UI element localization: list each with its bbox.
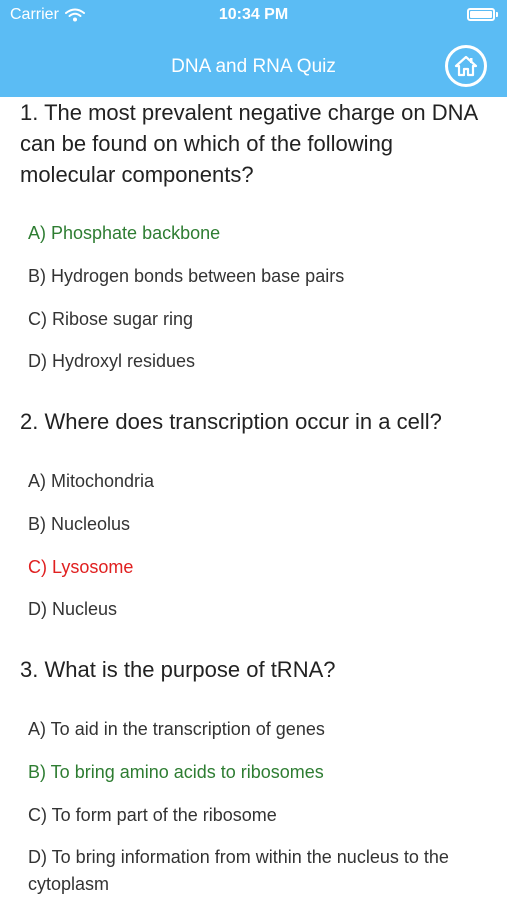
- question-1-option-c[interactable]: C) Ribose sugar ring: [28, 306, 488, 333]
- question-3-option-d[interactable]: D) To bring information from within the …: [28, 844, 488, 898]
- question-1-option-d[interactable]: D) Hydroxyl residues: [28, 348, 488, 375]
- question-1-option-b[interactable]: B) Hydrogen bonds between base pairs: [28, 263, 488, 290]
- question-3-option-b[interactable]: B) To bring amino acids to ribosomes: [28, 759, 488, 786]
- question-2-option-c[interactable]: C) Lysosome: [28, 554, 488, 581]
- page-title: DNA and RNA Quiz: [171, 56, 336, 77]
- home-icon: [454, 55, 478, 77]
- question-1-option-a[interactable]: A) Phosphate backbone: [28, 220, 488, 247]
- question-2-option-d[interactable]: D) Nucleus: [28, 596, 488, 623]
- question-3-option-a[interactable]: A) To aid in the transcription of genes: [28, 716, 488, 743]
- navigation-bar: DNA and RNA Quiz: [0, 40, 507, 94]
- home-button[interactable]: [445, 45, 487, 87]
- question-2-option-b[interactable]: B) Nucleolus: [28, 511, 488, 538]
- battery-icon: [467, 8, 498, 21]
- question-2: 2. Where does transcription occur in a c…: [20, 409, 442, 434]
- question-1: 1. The most prevalent negative charge on…: [20, 100, 477, 187]
- top-bar: Carrier 10:34 PM DNA and RNA Quiz: [0, 0, 507, 97]
- status-bar: Carrier 10:34 PM: [0, 0, 507, 30]
- question-3: 3. What is the purpose of tRNA?: [20, 657, 336, 682]
- question-3-option-c[interactable]: C) To form part of the ribosome: [28, 802, 488, 829]
- question-2-option-a[interactable]: A) Mitochondria: [28, 468, 488, 495]
- status-time: 10:34 PM: [218, 6, 289, 23]
